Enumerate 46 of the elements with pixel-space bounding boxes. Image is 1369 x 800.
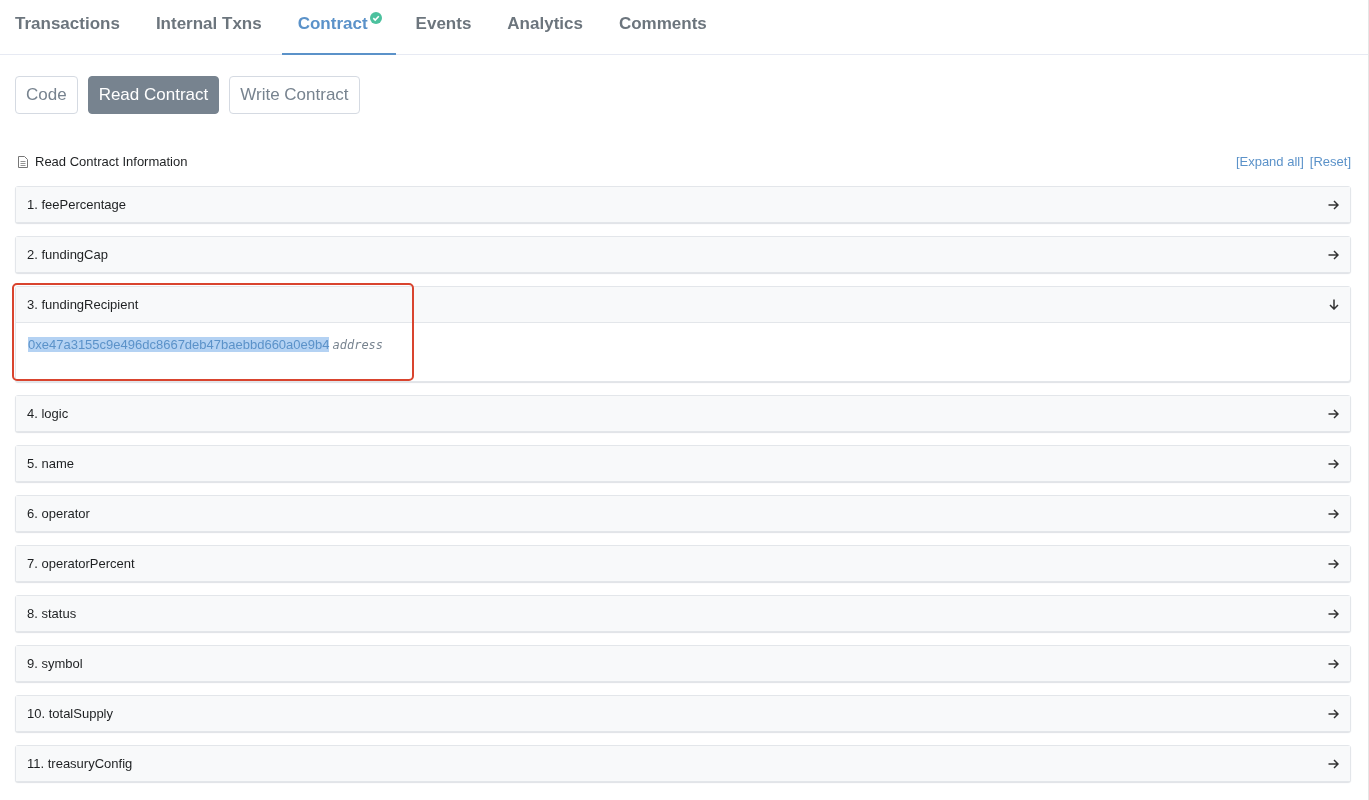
arrow-right-icon xyxy=(1328,708,1339,719)
arrow-down-icon xyxy=(1329,299,1339,310)
arrow-right-icon xyxy=(1328,558,1339,569)
function-name: 1. feePercentage xyxy=(27,197,127,212)
arrow-right-icon xyxy=(1328,249,1339,260)
function-name: 4. logic xyxy=(27,406,69,421)
function-name: 10. totalSupply xyxy=(27,706,113,721)
function-name: 3. fundingRecipient xyxy=(27,297,139,312)
function-header[interactable]: 8. status xyxy=(16,596,1350,631)
function-header[interactable]: 1. feePercentage xyxy=(16,187,1350,222)
function-header[interactable]: 2. fundingCap xyxy=(16,237,1350,272)
function-header[interactable]: 4. logic xyxy=(16,396,1350,431)
function-name: 2. fundingCap xyxy=(27,247,108,262)
document-icon xyxy=(18,155,28,168)
function-name: 5. name xyxy=(27,456,74,471)
arrow-right-icon xyxy=(1328,758,1339,769)
address-value: 0xe47a3155c9e496dc8667deb47baebbd660a0e9b4 xyxy=(28,337,330,352)
arrow-right-icon xyxy=(1328,408,1339,419)
contract-tab-button[interactable]: Write Contract xyxy=(229,76,360,114)
function-header[interactable]: 9. symbol xyxy=(16,646,1350,681)
arrow-right-icon xyxy=(1328,658,1339,669)
function-name: 9. symbol xyxy=(27,656,83,671)
tab[interactable]: Transactions xyxy=(0,0,136,55)
function-header[interactable]: 5. name xyxy=(16,446,1350,481)
section-title: Read Contract Information xyxy=(35,154,188,169)
type-label: address xyxy=(332,338,384,352)
contract-tab-button[interactable]: Read Contract xyxy=(87,76,220,114)
function-header[interactable]: 10. totalSupply xyxy=(16,696,1350,731)
arrow-right-icon xyxy=(1328,458,1339,469)
function-header[interactable]: 7. operatorPercent xyxy=(16,546,1350,581)
function-name: 7. operatorPercent xyxy=(27,556,135,571)
function-name: 11. treasuryConfig xyxy=(27,756,133,771)
tab[interactable]: Analytics xyxy=(491,0,599,55)
arrow-right-icon xyxy=(1328,608,1339,619)
arrow-right-icon xyxy=(1328,199,1339,210)
tab[interactable]: Internal Txns xyxy=(139,0,278,55)
check-circle-icon xyxy=(369,12,382,24)
function-header[interactable]: 6. operator xyxy=(16,496,1350,531)
tab[interactable]: Comments xyxy=(602,0,723,55)
contract-tab-button[interactable]: Code xyxy=(15,76,78,114)
arrow-right-icon xyxy=(1328,508,1339,519)
tab[interactable]: Events xyxy=(399,0,488,55)
function-header[interactable]: 3. fundingRecipient xyxy=(16,287,1350,323)
function-name: 6. operator xyxy=(27,506,90,521)
function-name: 8. status xyxy=(27,606,77,621)
function-header[interactable]: 11. treasuryConfig xyxy=(16,746,1350,781)
